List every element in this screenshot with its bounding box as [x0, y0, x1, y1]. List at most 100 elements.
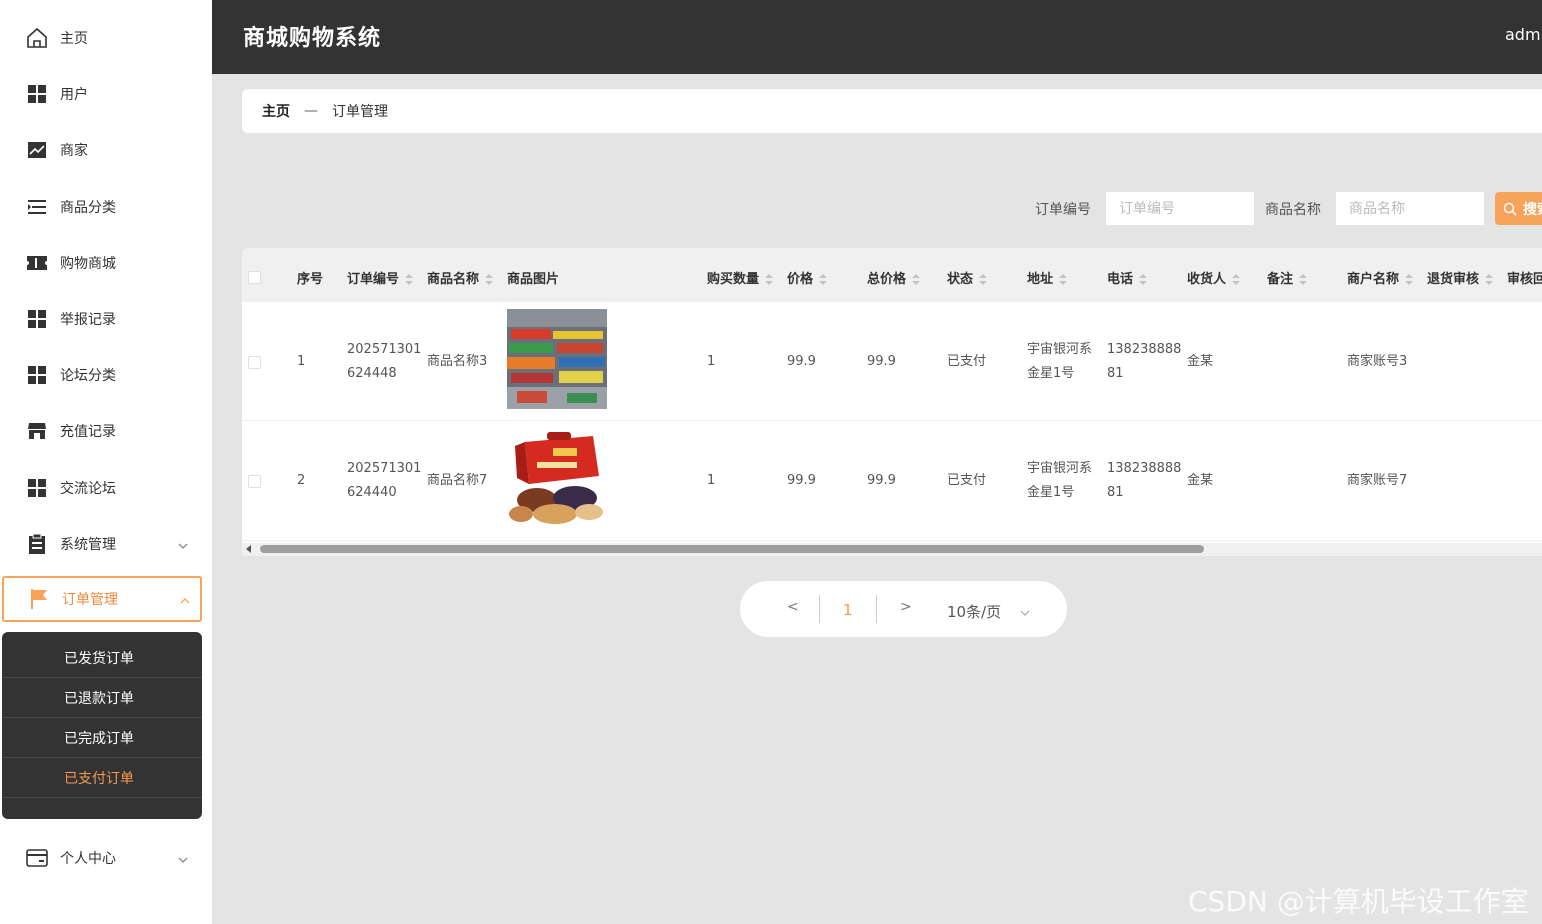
sort-icon[interactable] — [979, 273, 988, 286]
sidebar-item-system[interactable]: 系统管理 — [0, 524, 212, 564]
cell-address: 金星1号 — [1027, 366, 1075, 381]
column-header: 商品图片 — [507, 272, 560, 287]
sidebar-item-label: 商品分类 — [60, 200, 116, 216]
search-button[interactable]: 搜索 — [1495, 192, 1542, 225]
app-title: 商城购物系统 — [243, 26, 382, 51]
next-page-button[interactable]: > — [900, 599, 912, 615]
column-header[interactable]: 地址 — [1027, 268, 1068, 287]
column-header: 审核回复 — [1507, 272, 1542, 287]
sidebar-item-reports[interactable]: 举报记录 — [0, 299, 212, 339]
sidebar-item-label: 购物商城 — [60, 256, 116, 272]
cell-receiver: 金某 — [1187, 473, 1214, 488]
sidebar-item-forum[interactable]: 交流论坛 — [0, 468, 212, 508]
cell-product: 商品名称3 — [427, 354, 488, 369]
sidebar-item-mall[interactable]: 购物商城 — [0, 243, 212, 283]
submenu-item-refunded[interactable]: 已退款订单 — [2, 678, 202, 718]
column-header[interactable]: 购买数量 — [707, 268, 774, 287]
sort-icon[interactable] — [819, 273, 828, 286]
breadcrumb-home[interactable]: 主页 — [262, 101, 290, 121]
scrollbar-thumb[interactable] — [260, 545, 1204, 553]
top-bar: 商城购物系统 admin — [212, 0, 1542, 74]
breadcrumb: 主页 — 订单管理 — [242, 89, 1542, 133]
sidebar-item-recharge[interactable]: 充值记录 — [0, 411, 212, 451]
breadcrumb-separator: — — [304, 103, 318, 119]
column-header[interactable]: 状态 — [947, 268, 988, 287]
breadcrumb-current: 订单管理 — [332, 104, 388, 120]
sort-icon[interactable] — [1405, 273, 1414, 286]
product-image[interactable] — [507, 309, 607, 409]
grid-icon — [26, 308, 48, 330]
cell-address: 金星1号 — [1027, 485, 1075, 500]
chevron-down-icon — [178, 539, 188, 549]
column-header[interactable]: 电话 — [1107, 268, 1148, 287]
scroll-left-icon[interactable] — [246, 545, 251, 553]
row-checkbox[interactable] — [248, 475, 261, 488]
cell-order-no: 624440 — [347, 485, 397, 500]
sidebar-item-forum-categories[interactable]: 论坛分类 — [0, 355, 212, 395]
user-name[interactable]: admin — [1505, 25, 1542, 44]
submenu-item-shipped[interactable]: 已发货订单 — [2, 638, 202, 678]
page-number-1[interactable]: 1 — [843, 601, 853, 619]
column-header[interactable]: 价格 — [787, 268, 828, 287]
row-checkbox[interactable] — [248, 356, 261, 369]
flag-icon — [28, 588, 50, 610]
column-header[interactable]: 商户名称 — [1347, 268, 1414, 287]
sidebar-item-label: 主页 — [60, 31, 88, 47]
cell-address: 宇宙银河系 — [1027, 342, 1093, 357]
column-header[interactable]: 退货审核 — [1427, 268, 1494, 287]
sort-icon[interactable] — [912, 273, 921, 286]
chart-icon — [26, 139, 48, 161]
sidebar-item-label: 系统管理 — [60, 537, 116, 553]
sidebar-item-profile[interactable]: 个人中心 — [0, 838, 212, 878]
grid-icon — [26, 83, 48, 105]
submenu-item-completed[interactable]: 已完成订单 — [2, 718, 202, 758]
sidebar-item-users[interactable]: 用户 — [0, 74, 212, 114]
sort-icon[interactable] — [1232, 273, 1241, 286]
clipboard-icon — [26, 533, 48, 555]
cell-index: 1 — [297, 354, 306, 369]
cell-phone: 81 — [1107, 485, 1124, 500]
column-header[interactable]: 总价格 — [867, 268, 921, 287]
orders-submenu: 已发货订单 已退款订单 已完成订单 已支付订单 — [2, 632, 202, 819]
cell-price: 99.9 — [787, 354, 816, 369]
sidebar-item-orders[interactable]: 订单管理 — [2, 576, 202, 622]
divider — [819, 595, 820, 623]
cell-order-no: 202571301 — [347, 342, 422, 357]
sort-icon[interactable] — [1485, 273, 1494, 286]
sort-icon[interactable] — [1299, 273, 1308, 286]
cell-order-no: 202571301 — [347, 461, 422, 476]
cell-address: 宇宙银河系 — [1027, 461, 1093, 476]
cell-price: 99.9 — [787, 473, 816, 488]
sidebar-item-categories[interactable]: 商品分类 — [0, 187, 212, 227]
product-name-input[interactable] — [1336, 192, 1484, 225]
cell-total: 99.9 — [867, 354, 896, 369]
column-header[interactable]: 收货人 — [1187, 268, 1241, 287]
sort-icon[interactable] — [405, 273, 414, 286]
order-no-input[interactable] — [1106, 192, 1254, 225]
home-icon — [26, 27, 48, 49]
page-size-select[interactable]: 10条/页 — [947, 601, 1030, 622]
sort-icon[interactable] — [765, 273, 774, 286]
column-header[interactable]: 商品名称 — [427, 268, 494, 287]
sidebar-item-merchants[interactable]: 商家 — [0, 130, 212, 170]
cell-order-no: 624448 — [347, 366, 397, 381]
cell-index: 2 — [297, 473, 306, 488]
table-row: 1 202571301 624448 商品名称3 1 99.9 99.9 已支付… — [242, 302, 1542, 421]
sidebar-item-label: 充值记录 — [60, 424, 116, 440]
sort-icon[interactable] — [1059, 273, 1068, 286]
horizontal-scrollbar[interactable] — [242, 543, 1542, 556]
cell-status: 已支付 — [947, 473, 987, 488]
sort-icon[interactable] — [1139, 273, 1148, 286]
sort-icon[interactable] — [485, 273, 494, 286]
select-all-checkbox[interactable] — [248, 271, 261, 284]
sidebar-item-label: 举报记录 — [60, 312, 116, 328]
column-header[interactable]: 备注 — [1267, 268, 1308, 287]
product-image[interactable] — [507, 428, 607, 528]
submenu-item-paid[interactable]: 已支付订单 — [2, 758, 202, 798]
cell-status: 已支付 — [947, 354, 987, 369]
list-icon — [26, 196, 48, 218]
sidebar-item-home[interactable]: 主页 — [0, 18, 212, 58]
column-header[interactable]: 订单编号 — [347, 268, 414, 287]
column-header: 序号 — [297, 272, 324, 287]
prev-page-button[interactable]: < — [787, 599, 799, 615]
